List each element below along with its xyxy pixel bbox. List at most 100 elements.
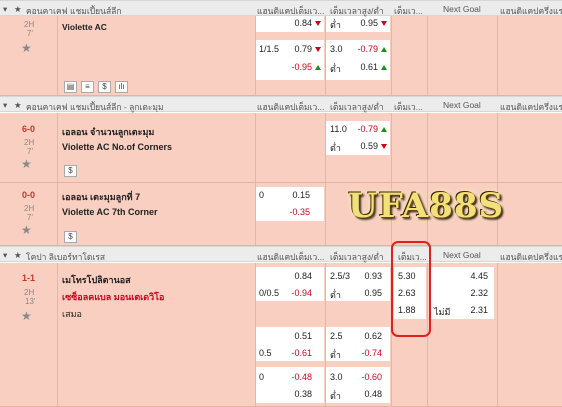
col-ou: เต็มเวลาสูง/ต่ำ <box>330 102 384 112</box>
ou-cell[interactable]: 2.5/3 0.93 ต่ำ 0.95 <box>326 267 390 301</box>
list-icon[interactable]: ≡ <box>81 81 94 93</box>
star-icon[interactable]: ★ <box>14 250 22 261</box>
match-row-corners: 6-0 2H 7' ★ เอลอน จำนวนลูกเตะมุม Violett… <box>0 113 562 183</box>
match-score: 6-0 <box>22 124 36 134</box>
hdp-odds: -0.48 <box>291 372 312 382</box>
draw-label: เสมอ <box>62 309 82 319</box>
favorite-star-icon[interactable]: ★ <box>21 157 32 171</box>
col-ht-handicap: แฮนดิแคปครึ่งแร <box>500 252 562 262</box>
highlight-box <box>391 241 431 337</box>
league-name: คอนคาเคฟ แชมเปี้ยนส์ลีก <box>26 6 122 16</box>
ou-odds: 0.95 <box>360 18 378 28</box>
chart-icon[interactable]: ılı <box>115 81 128 93</box>
chevron-down-icon[interactable]: ▾ <box>3 100 7 111</box>
hdp-odds: 0.38 <box>294 389 312 399</box>
odds-up-icon <box>381 65 387 70</box>
ou-cell-2[interactable]: 3.0 -0.79 ต่ำ 0.61 <box>326 40 390 80</box>
team-name-away: เซซ็อลคแบล มอนเตเดวิโอ <box>62 292 165 302</box>
team-name-home: เอลอน เตะมุมลูกที่ 7 <box>62 192 141 202</box>
match-info-cell: 6-0 2H 7' ★ <box>0 113 58 182</box>
chevron-down-icon[interactable]: ▾ <box>3 4 7 15</box>
col-ou: เต็มเวลาสูง/ต่ำ <box>330 252 384 262</box>
match-minute: 7' <box>27 147 33 156</box>
hdp-odds: 0.84 <box>294 271 312 281</box>
ou-cell-2[interactable]: 2.5 0.62 ต่ำ -0.74 <box>326 327 390 361</box>
team-name: Violette AC <box>62 22 107 32</box>
col-ou: เต็มเวลาสูง/ต่ำ <box>330 6 384 16</box>
ou-odds: -0.74 <box>361 348 382 358</box>
favorite-star-icon[interactable]: ★ <box>21 223 32 237</box>
ou-cell[interactable]: 11.0 -0.79 ต่ำ 0.59 <box>326 121 390 155</box>
hdp-cell-3[interactable]: 0 -0.48 0.38 <box>256 367 324 403</box>
watermark-logo: UFA88S <box>348 186 504 228</box>
hdp-line: 0 <box>259 372 265 382</box>
next-goal-none: 2.31 <box>470 305 488 315</box>
hdp-cell[interactable]: 0.84 0/0.5 -0.94 <box>256 267 324 301</box>
hdp-odds: -0.35 <box>289 207 310 217</box>
team-name-home: เมโทรโปลิตานอส <box>62 275 131 285</box>
match-period: 2H <box>24 138 35 147</box>
ou-odds: -0.79 <box>357 124 378 134</box>
col-next-goal: Next Goal <box>443 100 481 110</box>
league-header-corners: ▾ ★ คอนคาเคฟ แชมเปี้ยนส์ลีก - ลูกเตะมุม … <box>0 96 562 112</box>
hdp-cell[interactable]: 0 0.15 -0.35 <box>256 187 324 221</box>
stats-icon[interactable]: ▤ <box>64 81 77 93</box>
hdp-odds: 0.84 <box>294 18 312 28</box>
dollar-icon[interactable]: $ <box>98 81 111 93</box>
match-score: 0-0 <box>22 190 36 200</box>
star-icon[interactable]: ★ <box>14 4 22 15</box>
odds-up-icon <box>315 65 321 70</box>
col-next-goal: Next Goal <box>443 250 481 260</box>
col-next-goal: Next Goal <box>443 4 481 14</box>
ou-label: ต่ำ <box>330 64 341 74</box>
dollar-icon[interactable]: $ <box>64 231 77 243</box>
next-goal-cell[interactable]: 4.45 2.32 ไม่มี 2.31 <box>430 267 494 319</box>
odds-down-icon <box>381 21 387 26</box>
match-period: 2H <box>24 288 35 297</box>
league-name: โคปา ลิเบอร์ทาโดเรส <box>26 252 106 262</box>
league-name: คอนคาเคฟ แชมเปี้ยนส์ลีก - ลูกเตะมุม <box>26 102 164 112</box>
hdp-odds: 0.51 <box>294 331 312 341</box>
ou-line: 11.0 <box>330 124 347 134</box>
match-minute: 7' <box>27 213 33 222</box>
hdp-odds: 0.79 <box>294 44 312 54</box>
chevron-down-icon[interactable]: ▾ <box>3 250 7 261</box>
ou-line: 3.0 <box>330 44 343 54</box>
ou-label: ต่ำ <box>330 290 341 300</box>
ou-line: 2.5 <box>330 331 343 341</box>
col-ht-handicap: แฮนดิแคปครึ่งแร <box>500 6 562 16</box>
odds-up-icon <box>381 127 387 132</box>
hdp-cell-2[interactable]: 0.51 0.5 -0.61 <box>256 327 324 361</box>
ou-odds: 0.93 <box>364 271 382 281</box>
favorite-star-icon[interactable]: ★ <box>21 41 32 55</box>
hdp-odds: 0.15 <box>292 190 310 200</box>
hdp-cell-2[interactable]: 1/1.5 0.79 -0.95 <box>256 40 324 80</box>
odds-down-icon <box>381 144 387 149</box>
ou-odds: 0.95 <box>364 288 382 298</box>
star-icon[interactable]: ★ <box>14 100 22 111</box>
next-goal-none-label: ไม่มี <box>434 307 451 317</box>
ou-odds: 0.61 <box>360 62 378 72</box>
ou-odds: 0.62 <box>364 331 382 341</box>
league-header-libertadores: ▾ ★ โคปา ลิเบอร์ทาโดเรส แฮนดิแคปเต็มเว..… <box>0 246 562 262</box>
hdp-odds: -0.94 <box>291 288 312 298</box>
col-handicap: แฮนดิแคปเต็มเว... <box>257 6 325 16</box>
hdp-odds: -0.95 <box>291 62 312 72</box>
match-period: 2H <box>24 20 35 29</box>
match-period: 2H <box>24 204 35 213</box>
ou-odds: -0.79 <box>357 44 378 54</box>
ou-label: ต่ำ <box>330 350 341 360</box>
odds-up-icon <box>381 47 387 52</box>
dollar-icon[interactable]: $ <box>64 165 77 177</box>
match-info-cell: 1-1 2H 13' ★ <box>0 263 58 406</box>
match-minute: 13' <box>25 297 36 306</box>
match-score: 1-1 <box>22 273 36 283</box>
favorite-star-icon[interactable]: ★ <box>21 309 32 323</box>
ou-line: 3.0 <box>330 372 343 382</box>
ou-odds: 0.48 <box>364 389 382 399</box>
col-handicap: แฮนดิแคปเต็มเว... <box>257 102 325 112</box>
ou-label: ต่ำ <box>330 143 341 153</box>
next-goal-home: 4.45 <box>470 271 488 281</box>
ou-odds: 0.59 <box>360 141 378 151</box>
ou-cell-3[interactable]: 3.0 -0.60 ต่ำ 0.48 <box>326 367 390 403</box>
